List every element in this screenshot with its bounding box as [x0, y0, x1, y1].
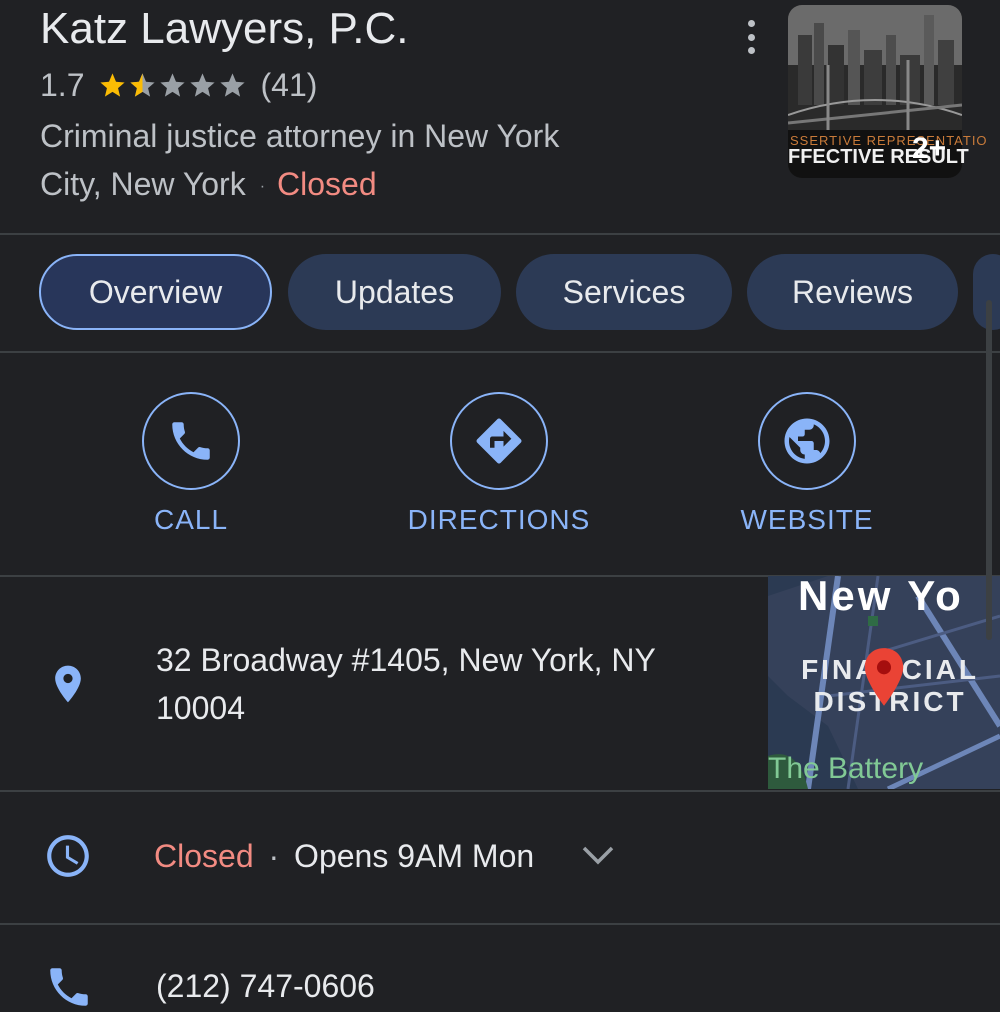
address-line-2: 10004 [156, 690, 245, 726]
divider [0, 233, 1000, 235]
tab-overview[interactable]: Overview [39, 254, 272, 330]
rating-row[interactable]: 1.7 (41) [40, 64, 317, 106]
website-label[interactable]: WEBSITE [730, 504, 884, 536]
divider [0, 790, 1000, 792]
call-button[interactable] [142, 392, 240, 490]
category-line-2: City, New York [40, 166, 246, 202]
separator-dot: · [259, 177, 266, 195]
scrollbar[interactable] [986, 300, 992, 640]
hours-next: Opens 9AM Mon [294, 838, 535, 874]
tab-label: Updates [334, 273, 455, 310]
open-status: Closed [277, 166, 377, 202]
review-count: (41) [260, 66, 318, 103]
location-pin-icon [44, 656, 92, 712]
address-text[interactable]: 32 Broadway #1405, New York, NY 10004 [156, 636, 756, 732]
category-line-1: Criminal justice attorney in New York [40, 118, 560, 154]
address-line-1: 32 Broadway #1405, New York, NY [156, 642, 656, 678]
star-empty-icon [160, 72, 186, 97]
hours-row[interactable]: Closed · Opens 9AM Mon [154, 832, 534, 880]
chevron-down-icon[interactable] [580, 840, 616, 870]
category-text: Criminal justice attorney in New York Ci… [40, 112, 680, 211]
tab-updates[interactable]: Updates [288, 254, 501, 330]
map-pin-icon [858, 646, 910, 710]
photo-count-badge: 2+ [912, 132, 947, 165]
tab-label: Reviews [792, 273, 913, 310]
directions-icon [476, 418, 522, 464]
star-full-icon [100, 72, 126, 97]
tab-services[interactable]: Services [516, 254, 732, 330]
divider [0, 351, 1000, 353]
tab-label: Overview [88, 273, 223, 310]
rating-value: 1.7 [40, 66, 85, 103]
directions-button[interactable] [450, 392, 548, 490]
clock-icon [42, 830, 94, 882]
website-button[interactable] [758, 392, 856, 490]
tab-reviews[interactable]: Reviews [747, 254, 958, 330]
phone-number[interactable]: (212) 747-0606 [156, 962, 375, 1010]
star-half-icon [130, 72, 156, 97]
phone-icon [44, 962, 94, 1012]
phone-icon [172, 422, 210, 460]
star-empty-icon [190, 72, 216, 97]
call-label[interactable]: CALL [130, 504, 252, 536]
divider [0, 923, 1000, 925]
directions-label[interactable]: DIRECTIONS [390, 504, 608, 536]
hours-status: Closed [154, 838, 254, 874]
globe-icon [784, 418, 830, 464]
star-rating [98, 71, 248, 100]
more-vert-icon[interactable] [743, 20, 759, 54]
business-title: Katz Lawyers, P.C. [40, 4, 409, 53]
map-landmark-label: The Battery [768, 752, 924, 785]
map-city-label: New Yo [798, 572, 964, 619]
hours-separator: · [268, 838, 280, 874]
star-empty-icon [220, 72, 246, 97]
category-line-2-row: City, New York · Closed [40, 160, 680, 211]
tab-label: Services [562, 273, 686, 310]
